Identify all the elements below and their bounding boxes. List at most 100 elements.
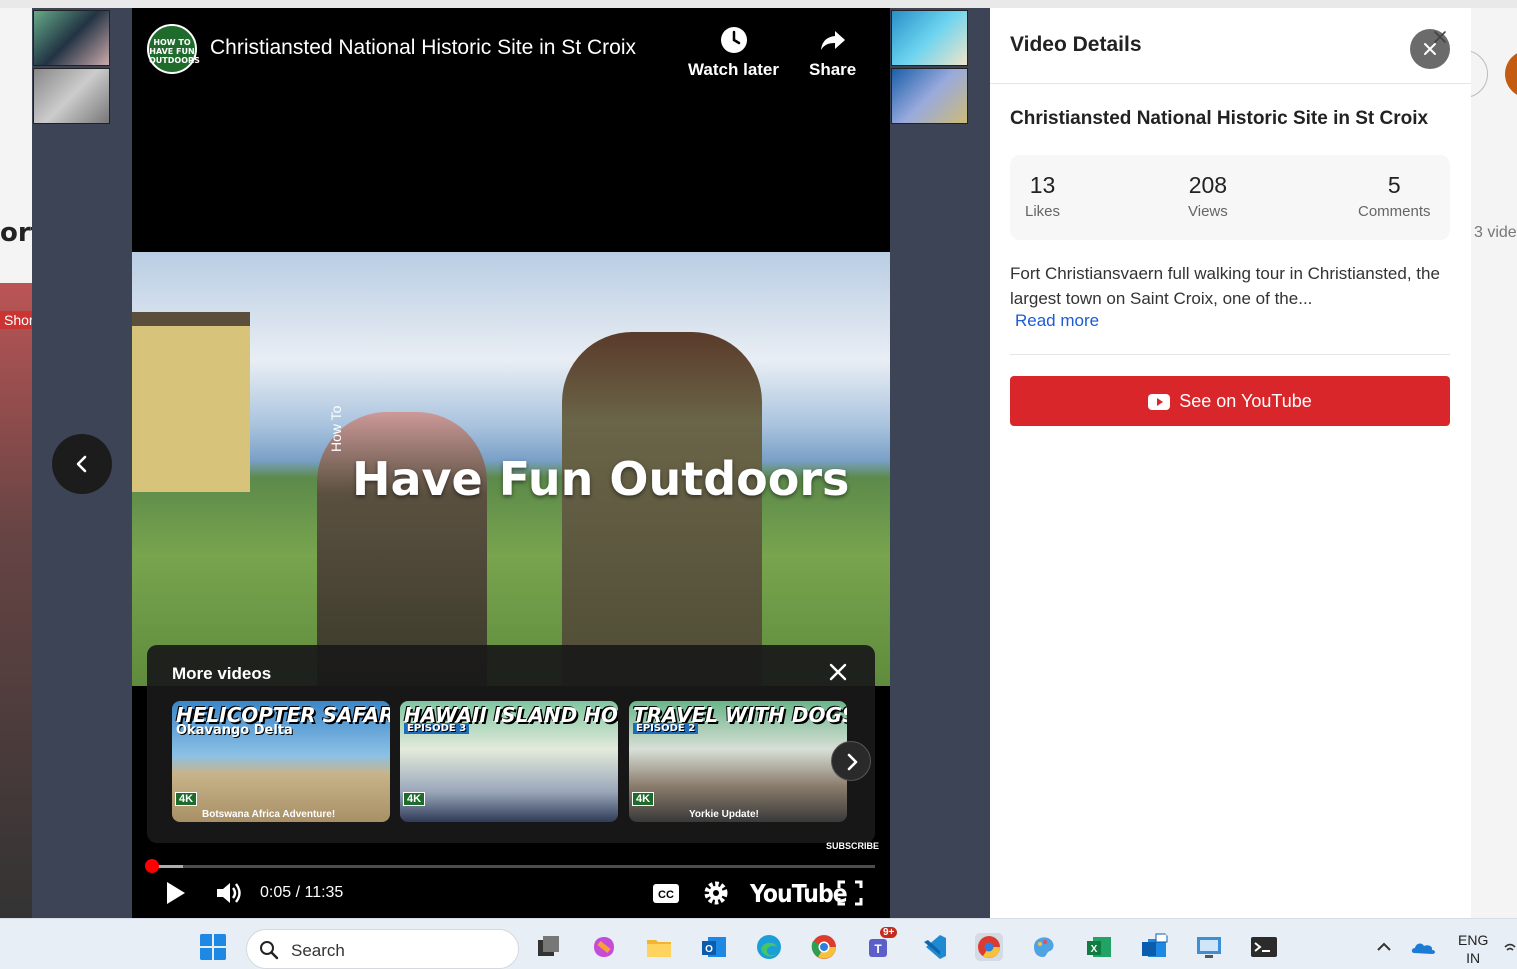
svg-text:T: T — [874, 942, 882, 956]
excel-icon[interactable]: X — [1085, 933, 1113, 961]
card-subtitle: Okavango Delta — [176, 723, 293, 738]
fullscreen-icon[interactable] — [836, 878, 864, 908]
captions-icon[interactable]: CC — [652, 878, 680, 908]
views-count: 208 — [1188, 172, 1228, 198]
panel-divider — [1010, 354, 1450, 355]
windows-taskbar: Search O T 9+ X ENG IN — [0, 918, 1517, 969]
search-placeholder: Search — [291, 941, 345, 960]
card-4k-badge: 4K — [632, 792, 655, 806]
more-video-card-dogs[interactable]: TRAVEL WITH DOGS! EPISODE 2 4K Yorkie Up… — [629, 701, 847, 822]
subscribe-watermark[interactable]: SUBSCRIBE — [826, 841, 879, 851]
progress-scrubber-handle[interactable] — [145, 859, 160, 873]
likes-label: Likes — [1025, 203, 1061, 220]
copilot-icon[interactable] — [590, 933, 618, 961]
search-icon — [260, 941, 279, 960]
comments-stat: 5 Comments — [1358, 172, 1431, 220]
video-top-bar: HOW TO HAVE FUN OUTDOORS Christiansted N… — [132, 8, 890, 88]
background-image-fragment — [0, 283, 32, 918]
video-scene-ranger — [562, 332, 762, 686]
thumbnail-next-2[interactable] — [891, 68, 968, 124]
edge-icon[interactable] — [755, 933, 783, 961]
task-view-icon[interactable] — [535, 933, 563, 961]
see-on-youtube-label: See on YouTube — [1179, 391, 1312, 411]
card-footer: Botswana Africa Adventure! — [202, 809, 336, 820]
thumbnail-strip-left — [33, 10, 112, 128]
read-more-link[interactable]: Read more — [1015, 311, 1099, 331]
settings-gear-icon[interactable] — [702, 878, 730, 908]
see-on-youtube-button[interactable]: See on YouTube — [1010, 376, 1450, 426]
views-stat: 208 Views — [1188, 172, 1228, 220]
svg-text:X: X — [1091, 944, 1098, 955]
chrome-icon[interactable] — [810, 933, 838, 961]
video-details-panel: Video Details Christiansted National His… — [990, 8, 1471, 918]
youtube-logo[interactable]: YouTube — [750, 880, 848, 909]
panel-divider — [990, 83, 1471, 84]
video-brand-overlay: Have Fun Outdoors — [352, 452, 850, 506]
svg-text:O: O — [705, 944, 713, 955]
onedrive-icon[interactable] — [1410, 933, 1438, 961]
panel-title: Video Details — [1010, 33, 1142, 56]
thumbnail-strip-right — [891, 10, 970, 128]
youtube-icon — [1148, 394, 1171, 410]
file-explorer-icon[interactable] — [645, 933, 673, 961]
outlook-new-icon[interactable] — [1140, 933, 1168, 961]
likes-count: 13 — [1029, 172, 1056, 198]
play-icon[interactable] — [164, 878, 188, 908]
video-brand-prefix: How To — [328, 405, 344, 452]
card-4k-badge: 4K — [175, 792, 198, 806]
volume-icon[interactable] — [214, 878, 244, 908]
card-footer: Yorkie Update! — [689, 809, 759, 820]
likes-stat: 13 Likes — [1025, 172, 1060, 220]
paint-icon[interactable] — [1030, 933, 1058, 961]
chevron-up-icon[interactable] — [1374, 933, 1394, 961]
channel-logo[interactable]: HOW TO HAVE FUN OUTDOORS — [147, 24, 200, 74]
windows-start-icon[interactable] — [199, 933, 227, 961]
more-videos-panel: More videos HELICOPTER SAFARI! Okavango … — [147, 645, 875, 843]
share-button[interactable]: Share — [809, 26, 856, 80]
more-video-card-helicopter[interactable]: HELICOPTER SAFARI! Okavango Delta 4K Bot… — [172, 701, 390, 822]
language-indicator[interactable]: ENG IN — [1458, 931, 1488, 967]
views-label: Views — [1188, 203, 1228, 220]
share-label: Share — [809, 60, 857, 79]
video-scene-building — [132, 312, 250, 492]
more-videos-title: More videos — [172, 664, 272, 683]
watch-later-button[interactable]: Watch later — [688, 26, 779, 80]
video-player[interactable]: How To Have Fun Outdoors HOW TO HAVE FUN… — [132, 8, 890, 918]
comments-count: 5 — [1387, 172, 1401, 198]
background-topbar — [0, 0, 1517, 8]
terminal-icon[interactable] — [1250, 933, 1278, 961]
more-video-card-hawaii[interactable]: HAWAII ISLAND HOP CRUISE EPISODE 3 4K — [400, 701, 618, 822]
background-count-fragment: 3 vide — [1474, 224, 1517, 241]
clock-icon — [720, 27, 747, 53]
taskbar-search-box[interactable]: Search — [246, 929, 519, 969]
close-icon — [1424, 43, 1436, 55]
progress-bar[interactable] — [145, 859, 875, 873]
close-icon[interactable] — [825, 659, 851, 685]
remote-desktop-icon[interactable] — [1195, 933, 1223, 961]
wifi-icon[interactable] — [1503, 933, 1517, 961]
video-stats: 13 Likes 208 Views 5 Comments — [1010, 155, 1450, 240]
card-4k-badge: 4K — [403, 792, 426, 806]
more-videos-next-button[interactable] — [831, 741, 871, 781]
previous-video-button[interactable] — [52, 434, 112, 494]
share-icon — [820, 31, 845, 50]
card-subtitle: EPISODE 3 — [404, 723, 470, 734]
time-display: 0:05 / 11:35 — [260, 884, 344, 901]
video-heading: Christiansted National Historic Site in … — [1010, 108, 1429, 129]
chevron-left-icon — [76, 455, 87, 473]
chevron-right-icon — [847, 753, 858, 771]
video-frame: How To Have Fun Outdoors — [132, 252, 890, 686]
vscode-icon[interactable] — [920, 933, 948, 961]
svg-text:CC: CC — [658, 889, 674, 901]
chrome-profile-icon[interactable] — [975, 933, 1003, 961]
watch-later-label: Watch later — [688, 60, 780, 79]
outlook-icon[interactable]: O — [700, 933, 728, 961]
teams-notification-badge: 9+ — [880, 927, 898, 938]
close-icon-secondary[interactable] — [1433, 30, 1447, 44]
video-title[interactable]: Christiansted National Historic Site in … — [210, 36, 636, 60]
thumbnail-next-1[interactable] — [891, 10, 968, 66]
thumbnail-previous-2[interactable] — [33, 68, 110, 124]
region-code: IN — [1466, 950, 1481, 966]
video-description: Fort Christiansvaern full walking tour i… — [1010, 264, 1440, 308]
thumbnail-previous-1[interactable] — [33, 10, 110, 66]
